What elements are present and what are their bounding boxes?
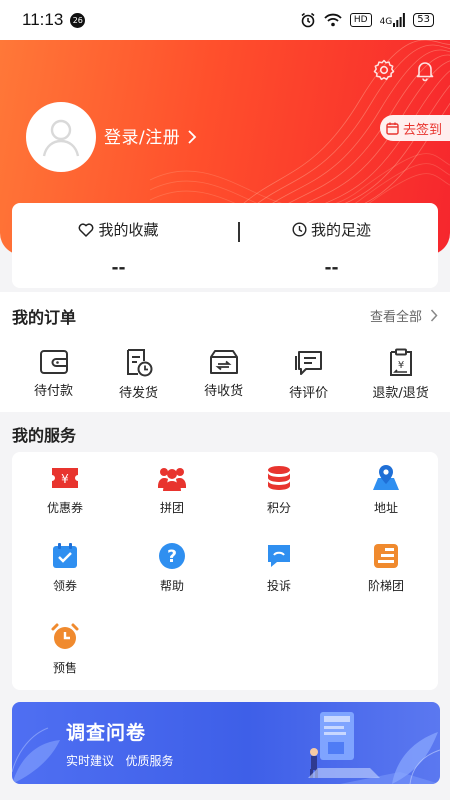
service-group-buy[interactable]: 拼团: [127, 464, 217, 516]
banner-subtitle-2: 优质服务: [125, 754, 174, 768]
view-all-label: 查看全部: [369, 310, 422, 325]
calendar-check-icon: [53, 543, 77, 568]
order-item-label: 待发货: [119, 386, 159, 401]
banner-title: 调查问卷: [66, 722, 147, 744]
service-help[interactable]: ? 帮助: [127, 542, 217, 594]
hd-indicator: HD: [349, 13, 372, 27]
service-label: 阶梯团: [367, 579, 404, 593]
order-item-label: 待收货: [204, 384, 244, 399]
wallet-icon: [39, 350, 68, 374]
clock-document-icon: [126, 349, 153, 377]
svg-text:¥: ¥: [397, 360, 403, 371]
order-refund-return[interactable]: ¥ 退款/退货: [351, 348, 450, 401]
help-icon: ?: [159, 543, 185, 569]
login-register-link[interactable]: 登录/注册: [104, 123, 197, 148]
services-grid: ¥ 优惠券 拼团 积分 地址 领券 ? 帮助 投诉 阶梯团 预售: [12, 452, 438, 690]
box-icon: [209, 350, 238, 374]
view-all-orders-link[interactable]: 查看全部: [370, 306, 438, 325]
service-label: 预售: [52, 661, 77, 675]
service-coupon[interactable]: ¥ 优惠券: [20, 464, 110, 516]
history-entry[interactable]: 我的足迹 --: [225, 203, 438, 278]
favorites-entry[interactable]: 我的收藏 --: [12, 203, 225, 278]
coupon-icon: ¥: [52, 468, 78, 488]
calendar-icon: [386, 122, 399, 135]
signal-icon: [393, 13, 406, 27]
order-status-row: 待付款 待发货 待收货 待评价 ¥ 退款/退货: [0, 348, 450, 401]
status-indicators: HD 4G 53: [300, 12, 434, 28]
service-label: 地址: [373, 501, 398, 515]
alarm-icon: [51, 623, 79, 649]
survey-illustration: [308, 712, 440, 784]
orders-title: 我的订单: [12, 308, 77, 327]
network-label: 4G: [379, 17, 393, 27]
location-icon: [373, 465, 399, 490]
orders-section: 我的订单 查看全部 待付款 待发货 待收货 待评价 ¥ 退款/退货: [0, 292, 450, 412]
order-pending-review[interactable]: 待评价: [266, 348, 351, 401]
battery-indicator: 53: [413, 13, 434, 27]
service-label: 积分: [266, 501, 291, 515]
wifi-icon: [324, 13, 342, 27]
service-label: 领券: [52, 579, 77, 593]
service-presale[interactable]: 预售: [20, 622, 110, 676]
service-complaint[interactable]: 投诉: [234, 542, 324, 594]
avatar[interactable]: [26, 102, 96, 172]
service-ladder-group[interactable]: 阶梯团: [341, 542, 431, 594]
order-pending-payment[interactable]: 待付款: [11, 348, 96, 401]
bell-icon[interactable]: [413, 58, 437, 82]
alarm-status-icon: [301, 12, 315, 28]
service-address[interactable]: 地址: [341, 464, 431, 516]
signin-label: 去签到: [402, 122, 442, 138]
favorites-label: 我的收藏: [98, 221, 159, 239]
network-indicator: 4G: [380, 13, 406, 27]
order-item-label: 待评价: [289, 386, 329, 401]
history-count: --: [324, 258, 339, 278]
leaf-decoration-left: [12, 727, 60, 784]
clock-icon: [292, 222, 307, 237]
notification-badge: 26: [70, 12, 86, 28]
order-pending-receipt[interactable]: 待收货: [181, 348, 266, 401]
ladder-icon: [374, 544, 398, 568]
service-claim-coupon[interactable]: 领券: [20, 542, 110, 594]
chevron-right-icon: [188, 130, 197, 144]
banner-subtitle: 实时建议 优质服务: [66, 752, 173, 769]
status-time: 11:13: [22, 10, 64, 29]
order-item-label: 待付款: [34, 384, 74, 399]
points-icon: [268, 466, 290, 490]
chevron-right-icon: [430, 309, 438, 322]
status-bar: 11:13 26 HD 4G 53: [0, 0, 450, 40]
login-register-label: 登录/注册: [104, 128, 181, 148]
signin-button[interactable]: 去签到: [379, 115, 450, 141]
card-divider: [238, 222, 240, 242]
banner-subtitle-1: 实时建议: [66, 754, 115, 768]
favorites-count: --: [111, 258, 126, 278]
refund-icon: ¥: [389, 348, 412, 376]
service-label: 投诉: [266, 579, 291, 593]
group-icon: [158, 468, 186, 491]
service-label: 拼团: [159, 501, 184, 515]
service-label: 优惠券: [46, 501, 83, 515]
comment-icon: [294, 351, 322, 375]
heart-icon: [79, 223, 94, 237]
services-title: 我的服务: [12, 426, 77, 445]
history-label: 我的足迹: [310, 221, 371, 239]
service-points[interactable]: 积分: [234, 464, 324, 516]
complaint-icon: [268, 545, 290, 567]
survey-banner[interactable]: 调查问卷 实时建议 优质服务: [12, 702, 440, 784]
order-pending-shipment[interactable]: 待发货: [96, 348, 181, 401]
svg-text:¥: ¥: [61, 472, 69, 486]
service-label: 帮助: [159, 579, 184, 593]
favorites-history-card: 我的收藏 -- 我的足迹 --: [12, 203, 438, 288]
order-item-label: 退款/退货: [372, 386, 429, 401]
settings-icon[interactable]: [372, 58, 396, 82]
svg-text:?: ?: [167, 547, 177, 567]
user-placeholder-icon: [42, 119, 80, 157]
